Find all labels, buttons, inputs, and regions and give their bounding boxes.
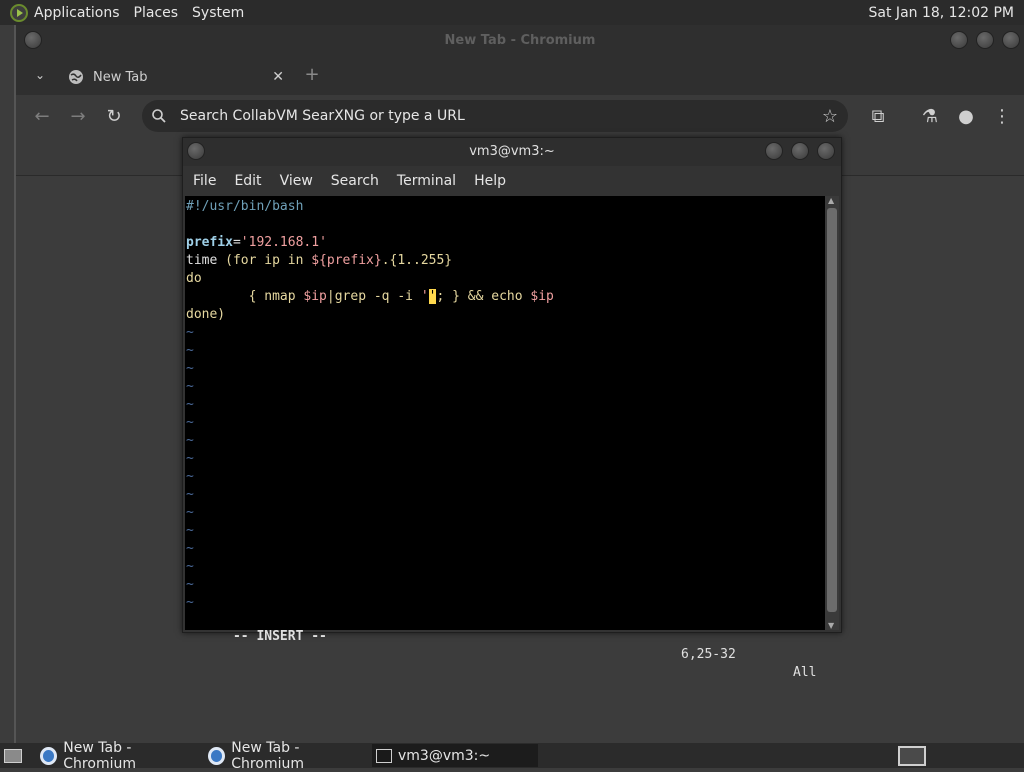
system-menu[interactable]: System — [192, 5, 244, 21]
taskbar-item-label: New Tab - Chromium — [231, 739, 304, 772]
vim-scroll-position: All — [793, 665, 817, 680]
scroll-down-arrow-icon[interactable]: ▼ — [828, 621, 834, 630]
empty-line-tilde: ~ — [186, 505, 194, 520]
workspace-switcher[interactable] — [894, 744, 926, 767]
new-tab-plus-icon[interactable]: + — [300, 63, 324, 87]
taskbar-item-terminal[interactable]: vm3@vm3:~ — [372, 744, 538, 767]
empty-line-tilde: ~ — [186, 325, 194, 340]
scrollbar-thumb[interactable] — [827, 208, 837, 612]
profile-avatar-icon[interactable]: ● — [954, 105, 978, 129]
terminal-icon — [376, 748, 392, 763]
tab-search-chevron-icon[interactable]: ⌄ — [28, 63, 52, 87]
places-menu[interactable]: Places — [134, 5, 179, 21]
chromium-icon — [208, 746, 226, 765]
taskbar-item-label: New Tab - Chromium — [63, 739, 136, 772]
labs-flask-icon[interactable]: ⚗ — [918, 105, 942, 129]
empty-line-tilde: ~ — [186, 415, 194, 430]
panel-menu: Applications Places System — [0, 3, 258, 22]
top-panel: Applications Places System Sat Jan 18, 1… — [0, 0, 1024, 25]
empty-line-tilde: ~ — [186, 361, 194, 376]
menu-edit[interactable]: Edit — [234, 173, 261, 189]
bookmark-star-icon[interactable]: ☆ — [822, 106, 838, 127]
menu-file[interactable]: File — [193, 173, 216, 189]
terminal-maximize-icon[interactable] — [791, 142, 809, 160]
menu-help[interactable]: Help — [474, 173, 506, 189]
taskbar-item-chromium-2[interactable]: New Tab - Chromium — [204, 740, 368, 772]
empty-line-tilde: ~ — [186, 577, 194, 592]
empty-line-tilde: ~ — [186, 523, 194, 538]
terminal-titlebar[interactable]: vm3@vm3:~ — [183, 138, 841, 166]
show-desktop-icon — [4, 748, 22, 763]
taskbar: New Tab - Chromium New Tab - Chromium vm… — [0, 740, 1024, 772]
menu-terminal[interactable]: Terminal — [397, 173, 456, 189]
code-line-5: do — [186, 271, 202, 286]
chromium-window-title: New Tab - Chromium — [444, 33, 596, 48]
terminal-scrollbar[interactable]: ▲ ▼ — [825, 196, 839, 630]
back-arrow-icon[interactable]: ← — [30, 105, 54, 129]
vim-cursor-position: 6,25-32 — [681, 647, 736, 662]
kebab-menu-icon[interactable]: ⋮ — [990, 105, 1014, 129]
code-line-7: done) — [186, 307, 226, 322]
chromium-icon — [40, 746, 58, 765]
empty-line-tilde: ~ — [186, 433, 194, 448]
terminal-window: vm3@vm3:~ File Edit View Search Terminal… — [182, 137, 842, 680]
vim-editor[interactable]: #!/usr/bin/bash prefix='192.168.1' time … — [185, 196, 827, 680]
close-icon[interactable] — [1002, 31, 1020, 49]
address-bar[interactable]: Search CollabVM SearXNG or type a URL ☆ — [142, 100, 848, 132]
tab-strip: ⌄ New Tab ✕ + — [16, 57, 1024, 95]
tab-new-tab[interactable]: New Tab ✕ — [58, 59, 294, 95]
taskbar-item-chromium-1[interactable]: New Tab - Chromium — [36, 740, 200, 772]
search-icon — [152, 109, 166, 123]
code-line-4: time (for ip in ${prefix}.{1..255} — [186, 253, 453, 268]
empty-line-tilde: ~ — [186, 343, 194, 358]
reload-icon[interactable]: ↻ — [102, 105, 126, 129]
terminal-minimize-icon[interactable] — [765, 142, 783, 160]
empty-line-tilde: ~ — [186, 451, 194, 466]
window-menu-icon[interactable] — [24, 31, 42, 49]
distro-logo-icon[interactable] — [10, 3, 28, 22]
scroll-up-arrow-icon[interactable]: ▲ — [828, 196, 834, 205]
empty-line-tilde: ~ — [186, 541, 194, 556]
minimize-icon[interactable] — [950, 31, 968, 49]
terminal-window-title: vm3@vm3:~ — [469, 144, 555, 159]
empty-line-tilde: ~ — [186, 379, 194, 394]
terminal-window-menu-icon[interactable] — [187, 142, 205, 160]
empty-line-tilde: ~ — [186, 397, 194, 412]
workspace-icon — [898, 745, 926, 766]
chromium-titlebar[interactable]: New Tab - Chromium — [16, 25, 1024, 57]
globe-icon — [69, 70, 83, 84]
taskbar-item-label: vm3@vm3:~ — [398, 747, 491, 764]
menu-view[interactable]: View — [280, 173, 313, 189]
tab-close-icon[interactable]: ✕ — [272, 69, 284, 85]
empty-line-tilde: ~ — [186, 487, 194, 502]
empty-line-tilde: ~ — [186, 469, 194, 484]
tab-label: New Tab — [93, 69, 148, 85]
clock[interactable]: Sat Jan 18, 12:02 PM — [869, 5, 1014, 21]
browser-toolbar: ← → ↻ Search CollabVM SearXNG or type a … — [16, 95, 1024, 139]
extensions-puzzle-icon[interactable]: ⧉ — [866, 105, 890, 129]
applications-menu[interactable]: Applications — [34, 5, 120, 21]
address-bar-placeholder: Search CollabVM SearXNG or type a URL — [180, 108, 465, 124]
empty-line-tilde: ~ — [186, 559, 194, 574]
code-line-1: #!/usr/bin/bash — [186, 199, 304, 214]
vim-mode-indicator: -- INSERT -- — [232, 629, 327, 644]
forward-arrow-icon[interactable]: → — [66, 105, 90, 129]
menu-search[interactable]: Search — [331, 173, 379, 189]
code-line-3: prefix='192.168.1' — [186, 235, 327, 250]
terminal-close-icon[interactable] — [817, 142, 835, 160]
code-line-6: { nmap $ip|grep -q -i ''; } && echo $ip — [186, 289, 554, 304]
vim-status-line: -- INSERT -- 6,25-32 All — [185, 610, 825, 680]
maximize-icon[interactable] — [976, 31, 994, 49]
terminal-menubar: File Edit View Search Terminal Help — [183, 166, 841, 196]
show-desktop-button[interactable] — [0, 744, 26, 767]
